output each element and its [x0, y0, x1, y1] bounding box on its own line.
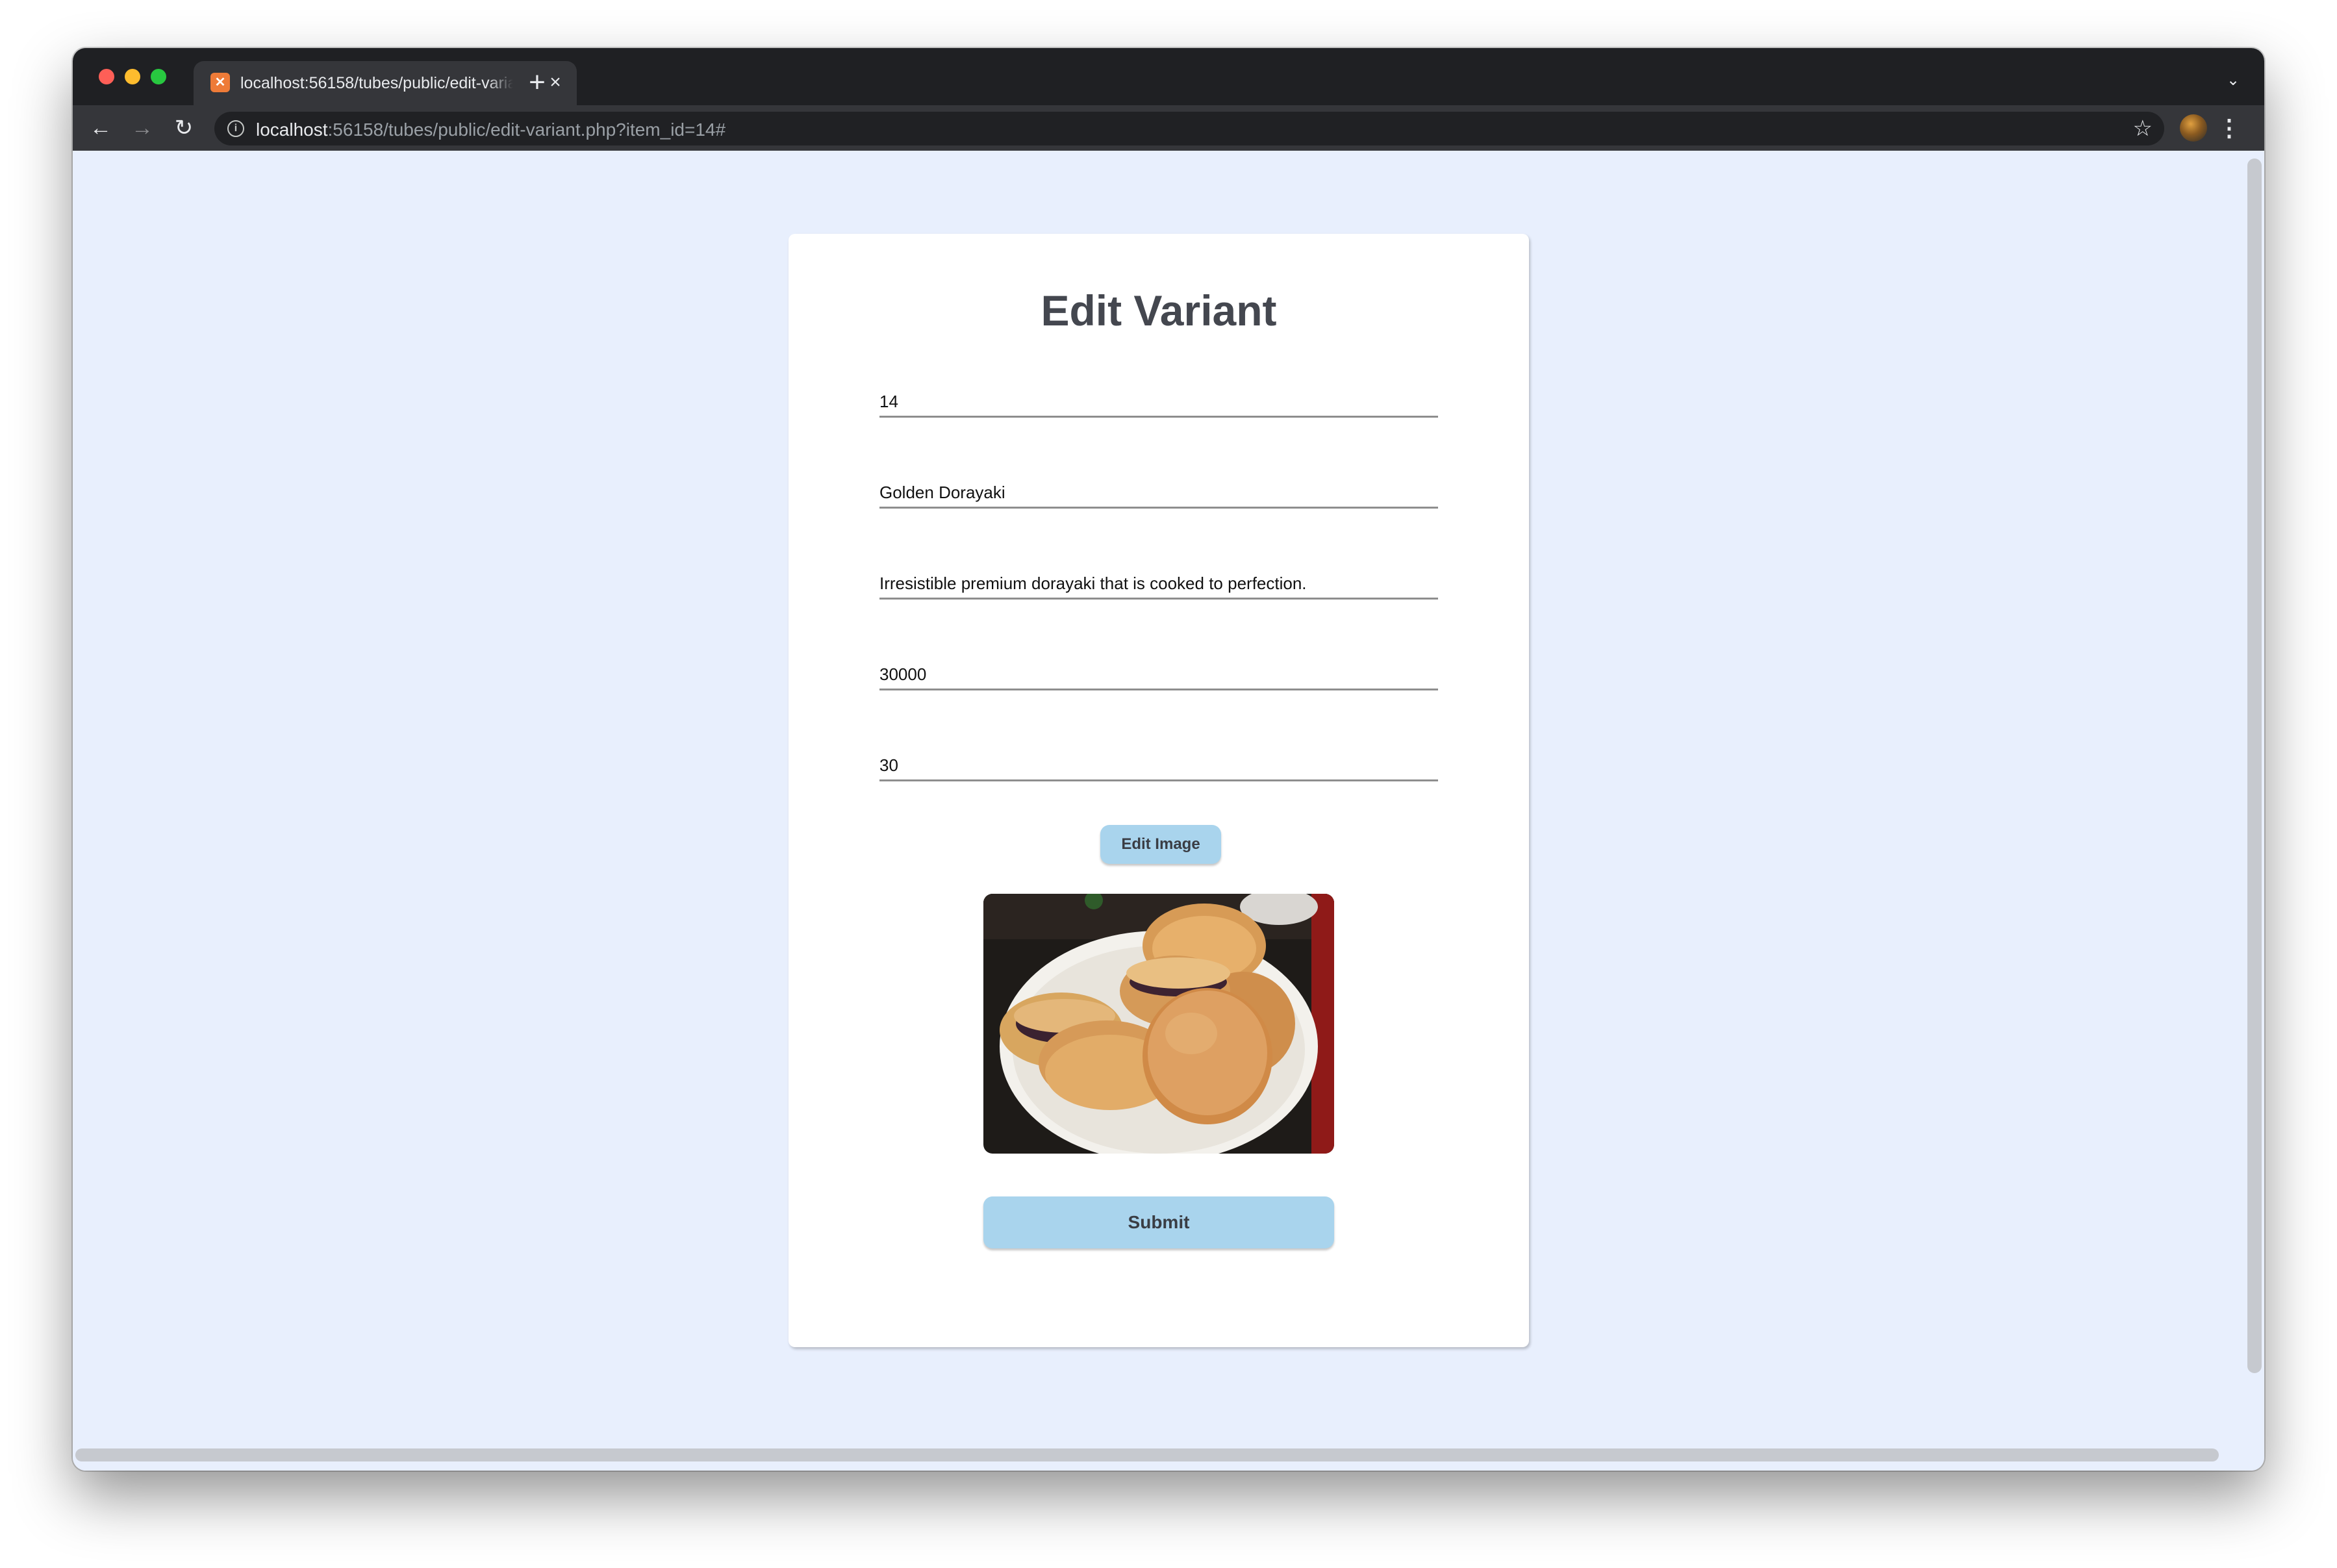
- browser-toolbar: ← → ↻ i localhost:56158/tubes/public/edi…: [73, 105, 2264, 151]
- dorayaki-photo: [983, 894, 1334, 1154]
- edit-image-button[interactable]: Edit Image: [1100, 825, 1221, 864]
- maximize-window-button[interactable]: [151, 69, 166, 84]
- browser-window: ✕ localhost:56158/tubes/public/edit-vari…: [73, 48, 2264, 1471]
- address-bar[interactable]: i localhost:56158/tubes/public/edit-vari…: [214, 112, 2164, 145]
- minimize-window-button[interactable]: [125, 69, 140, 84]
- site-info-icon[interactable]: i: [227, 120, 244, 137]
- kebab-menu-icon[interactable]: ⋮: [2216, 112, 2242, 144]
- address-url[interactable]: localhost:56158/tubes/public/edit-varian…: [256, 120, 726, 140]
- item-id-field[interactable]: [879, 387, 1438, 418]
- vertical-scrollbar[interactable]: [2247, 158, 2262, 1373]
- bookmark-star-icon[interactable]: ☆: [2133, 116, 2153, 141]
- reload-icon[interactable]: ↻: [169, 113, 199, 143]
- url-path: :56158/tubes/public/edit-variant.php?ite…: [327, 120, 726, 140]
- page-title: Edit Variant: [1041, 286, 1277, 335]
- description-field[interactable]: [879, 569, 1438, 600]
- xampp-favicon-icon: ✕: [210, 73, 230, 92]
- tab-strip: ✕ localhost:56158/tubes/public/edit-vari…: [73, 48, 2264, 105]
- back-arrow-icon[interactable]: ←: [86, 113, 116, 143]
- stock-field[interactable]: [879, 751, 1438, 781]
- submit-button[interactable]: Submit: [983, 1196, 1334, 1248]
- url-host: localhost: [256, 120, 328, 140]
- variant-image-preview: [983, 894, 1334, 1154]
- close-window-button[interactable]: [99, 69, 114, 84]
- item-id-input[interactable]: [879, 387, 1438, 416]
- price-input[interactable]: [879, 660, 1438, 689]
- profile-avatar[interactable]: [2180, 114, 2207, 142]
- page-viewport: Edit Variant Edit Image: [73, 151, 2264, 1471]
- new-tab-plus-icon[interactable]: +: [521, 66, 553, 99]
- item-name-field[interactable]: [879, 478, 1438, 509]
- stock-input[interactable]: [879, 751, 1438, 779]
- tab-title: localhost:56158/tubes/public/edit-varian…: [240, 74, 513, 93]
- price-field[interactable]: [879, 660, 1438, 690]
- forward-arrow-icon[interactable]: →: [127, 113, 157, 143]
- item-name-input[interactable]: [879, 478, 1438, 507]
- description-input[interactable]: [879, 569, 1438, 598]
- browser-tab[interactable]: ✕ localhost:56158/tubes/public/edit-vari…: [194, 61, 577, 105]
- tab-search-chevron-down-icon[interactable]: ⌄: [2220, 69, 2246, 92]
- horizontal-scrollbar[interactable]: [75, 1448, 2219, 1461]
- edit-variant-form-card: Edit Variant Edit Image: [789, 234, 1529, 1347]
